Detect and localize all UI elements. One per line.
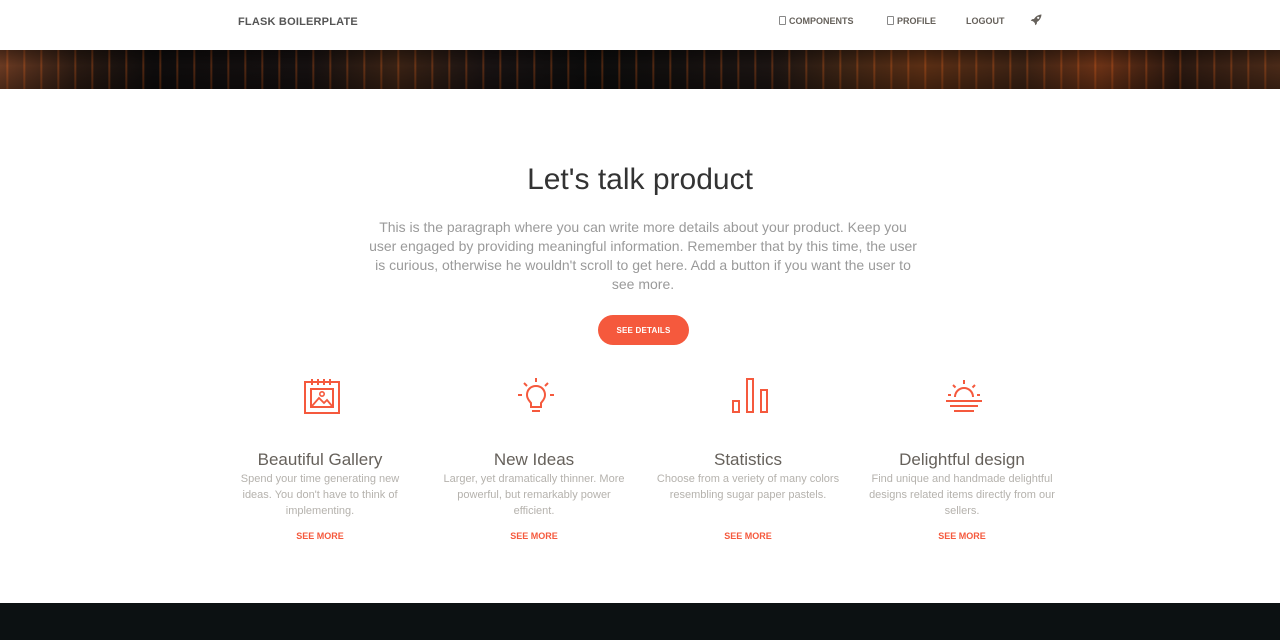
gallery-icon <box>304 379 340 414</box>
header-banner-image <box>0 50 1280 89</box>
rocket-icon <box>1030 14 1042 26</box>
nav-profile-link[interactable]: PROFILE <box>887 15 937 26</box>
feature-see-more-link[interactable]: SEE MORE <box>434 531 634 541</box>
feature-description: Find unique and handmade delightful desi… <box>869 473 1055 517</box>
bulb-icon <box>518 378 554 412</box>
sunrise-icon <box>946 380 982 412</box>
chart-bar-icon <box>732 378 768 413</box>
nav-profile-label: PROFILE <box>897 16 937 26</box>
section-description: This is the paragraph where you can writ… <box>369 219 917 292</box>
feature-title: Statistics <box>713 450 783 469</box>
feature-title: Delightful design <box>899 450 1025 469</box>
feature-description: Choose from a veriety of many colors res… <box>656 473 840 501</box>
feature-title: Beautiful Gallery <box>257 450 383 469</box>
feature-see-more-link[interactable]: SEE MORE <box>220 531 420 541</box>
feature-see-more-link[interactable]: SEE MORE <box>862 531 1062 541</box>
see-details-button[interactable]: SEE DETAILS <box>598 315 689 345</box>
nav-logout-label: LOGOUT <box>966 16 1005 26</box>
nav-logout-link[interactable]: LOGOUT <box>966 16 1005 26</box>
footer <box>0 603 1280 640</box>
feature-description: Spend your time generating new ideas. Yo… <box>240 473 400 517</box>
brand-link[interactable]: FLASK BOILERPLATE <box>238 16 358 28</box>
nav-components-label: COMPONENTS <box>789 16 854 26</box>
nav-rocket-link[interactable] <box>1029 13 1043 27</box>
navbar: FLASK BOILERPLATE COMPONENTS PROFILE LOG… <box>0 0 1280 50</box>
feature-description: Larger, yet dramatically thinner. More p… <box>443 473 625 517</box>
feature-see-more-link[interactable]: SEE MORE <box>648 531 848 541</box>
layout-icon <box>779 15 786 25</box>
nav-components-link[interactable]: COMPONENTS <box>779 15 854 26</box>
file-icon <box>887 15 894 25</box>
feature-title: New Ideas <box>493 450 575 469</box>
section-title: Let's talk product <box>527 163 753 196</box>
